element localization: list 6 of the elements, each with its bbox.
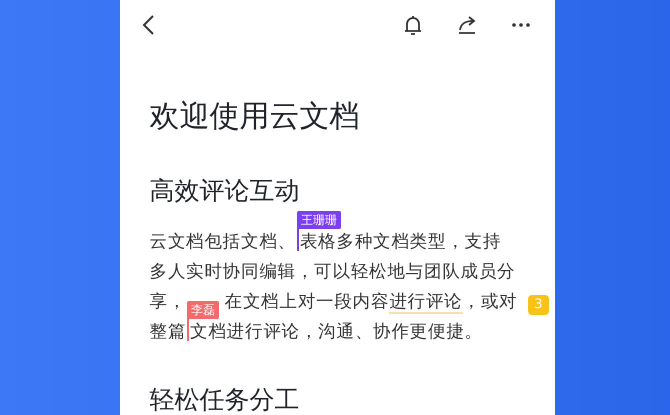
user-flag: 王珊珊 [296,211,341,229]
commented-text[interactable]: 进行评论 [389,292,463,314]
user-flag: 李磊 [187,301,220,319]
section-heading: 轻松任务分工 [150,387,300,412]
section-heading: 高效评论互动 [150,178,300,203]
document-title: 欢迎使用云文档 [150,102,360,132]
